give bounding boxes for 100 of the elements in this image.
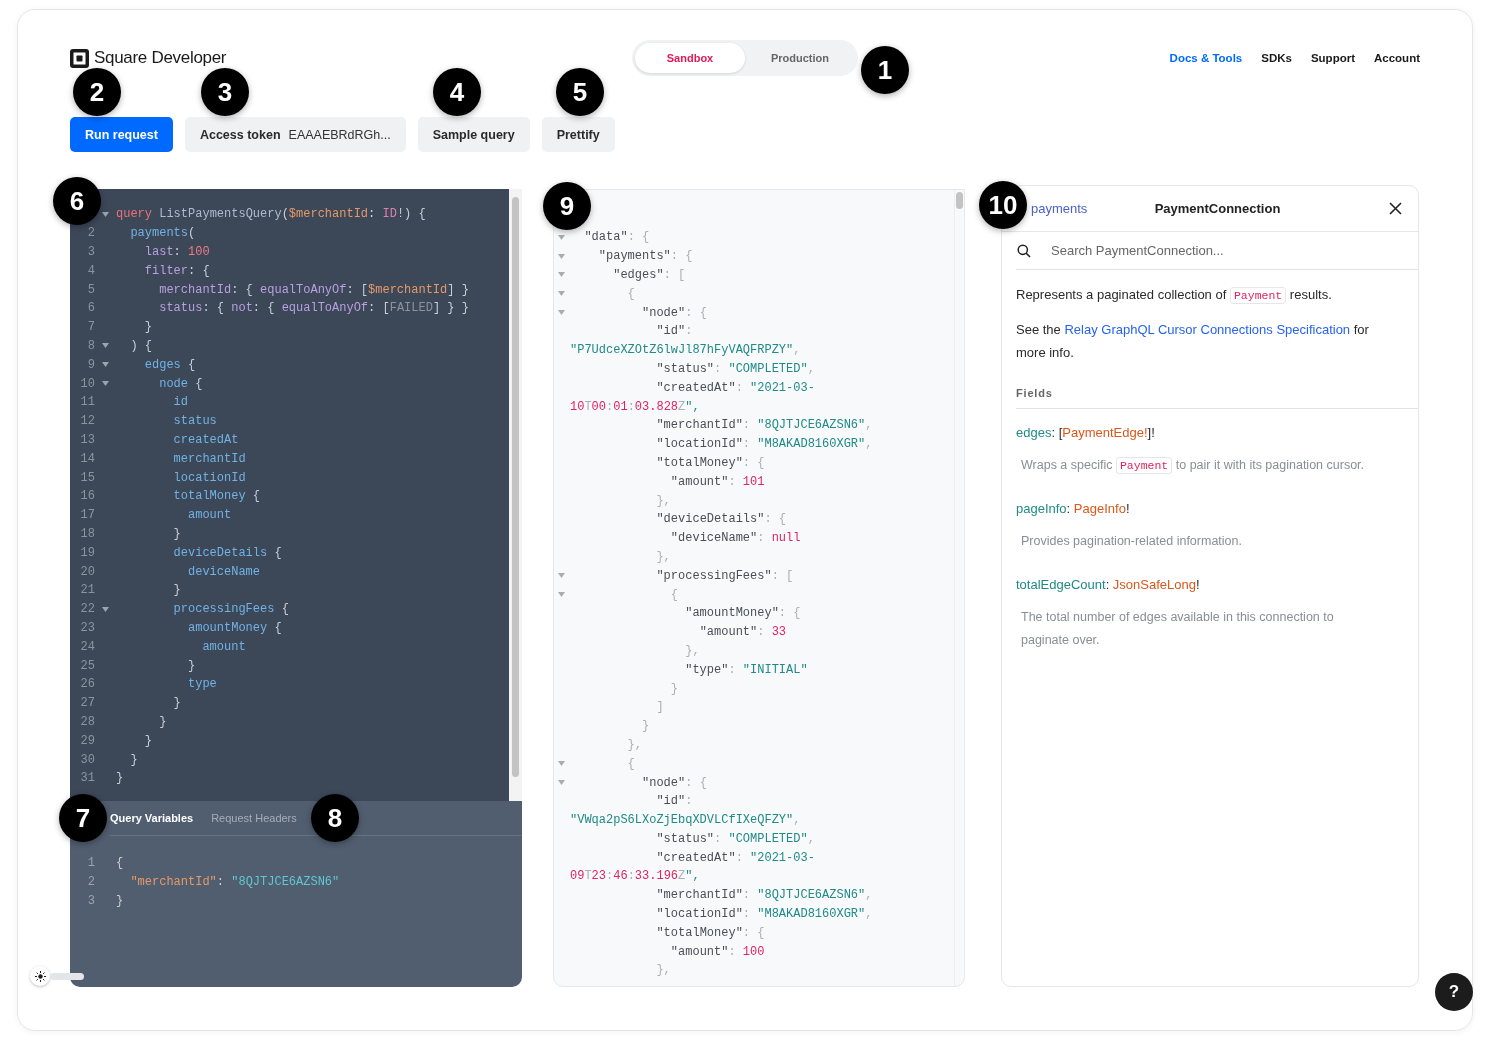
line-number: 12 bbox=[79, 414, 95, 429]
code-line: "payments": { bbox=[597, 249, 693, 264]
field-signature[interactable]: totalEdgeCount: JsonSafeLong! bbox=[1016, 577, 1418, 592]
code-line: "edges": [ bbox=[612, 268, 686, 282]
run-request-button[interactable]: Run request bbox=[70, 117, 173, 152]
nav-link[interactable]: Support bbox=[1310, 52, 1355, 64]
code-line: "VWqa2pS6LXoZjEbqXDVLCfIXeQFZY", bbox=[570, 813, 801, 828]
code-line: amountMoney { bbox=[187, 620, 282, 635]
docs-title: PaymentConnection bbox=[1154, 201, 1281, 216]
code-line: query ListPaymentsQuery($merchantId: ID!) { bbox=[116, 207, 426, 222]
code-line: "createdAt": "2021-03- bbox=[655, 380, 815, 395]
fold-arrow-icon[interactable] bbox=[557, 291, 565, 297]
line-number: 10 bbox=[79, 376, 95, 391]
fields-heading: Fields bbox=[1016, 364, 1418, 409]
code-line: filter: { bbox=[143, 263, 210, 278]
code-line: "merchantId": "8QJTJCE6AZSN6", bbox=[655, 418, 873, 433]
field-signature[interactable]: edges: [PaymentEdge!]! bbox=[1016, 425, 1418, 440]
close-button[interactable] bbox=[1387, 200, 1404, 217]
editor-tab[interactable]: Query Variables bbox=[110, 812, 194, 824]
search-field[interactable]: Search PaymentConnection... bbox=[1049, 242, 1418, 259]
code-line: } bbox=[143, 320, 152, 335]
fold-arrow-icon[interactable] bbox=[557, 592, 565, 598]
spec-link[interactable]: Relay GraphQL Cursor Connections Specification bbox=[1064, 322, 1351, 337]
fold-arrow-icon[interactable] bbox=[557, 761, 565, 767]
line-number: 11 bbox=[79, 395, 95, 410]
code-line: totalMoney { bbox=[172, 489, 261, 504]
code-line: type bbox=[187, 677, 217, 692]
logo-icon bbox=[70, 48, 89, 68]
line-number: 3 bbox=[86, 894, 95, 908]
line-number: 6 bbox=[86, 301, 95, 316]
line-number: 9 bbox=[86, 357, 95, 372]
code-line: "locationId": "M8AKAD8160XGR", bbox=[655, 437, 873, 452]
code-line: } bbox=[172, 583, 181, 598]
prettify-button[interactable]: Prettify bbox=[541, 117, 615, 152]
fold-arrow-icon[interactable] bbox=[557, 310, 565, 316]
fold-arrow-icon[interactable] bbox=[102, 606, 109, 612]
code-line: } bbox=[172, 696, 181, 711]
callout-badge: 7 bbox=[59, 794, 107, 842]
code-line: "node": { bbox=[641, 775, 707, 790]
code-line: "amount": 33 bbox=[698, 625, 787, 640]
code-line: deviceName bbox=[187, 564, 261, 579]
nav-link[interactable]: Docs & Tools bbox=[1169, 52, 1243, 64]
code-line: } bbox=[158, 714, 167, 729]
line-number: 8 bbox=[86, 338, 95, 353]
help-button[interactable]: ? bbox=[1435, 973, 1473, 1011]
field-description: Provides pagination-related information. bbox=[1021, 533, 1243, 550]
code-line: last: 100 bbox=[143, 245, 210, 259]
code-line: }, bbox=[655, 493, 671, 508]
code-line: 10T00:01:03.828Z", bbox=[570, 399, 700, 414]
code-line: "amount": 100 bbox=[669, 944, 765, 959]
code-line: ] bbox=[655, 700, 664, 715]
code-line: "locationId": "M8AKAD8160XGR", bbox=[655, 907, 873, 922]
fold-arrow-icon[interactable] bbox=[557, 253, 565, 259]
code-line: node { bbox=[158, 376, 203, 391]
code-line: "merchantId": "8QJTJCE6AZSN6" bbox=[129, 875, 340, 890]
line-number: 26 bbox=[79, 677, 95, 692]
fold-arrow-icon[interactable] bbox=[557, 573, 565, 579]
line-number: 27 bbox=[79, 696, 95, 711]
line-number: 17 bbox=[79, 508, 95, 523]
scrollbar[interactable] bbox=[954, 190, 964, 986]
nav-link[interactable]: SDKs bbox=[1261, 52, 1292, 64]
line-number: 22 bbox=[79, 602, 95, 617]
code-line: deviceDetails { bbox=[172, 545, 282, 560]
callout-badge: 2 bbox=[73, 68, 121, 116]
code-line: processingFees { bbox=[172, 602, 289, 617]
environment-tab[interactable]: Production bbox=[745, 43, 855, 73]
search-icon bbox=[1017, 243, 1031, 258]
line-number: 14 bbox=[79, 451, 95, 466]
code-line: status bbox=[172, 414, 217, 429]
environment-tab[interactable]: Sandbox bbox=[635, 43, 745, 73]
fold-arrow-icon[interactable] bbox=[102, 381, 109, 387]
code-line: "merchantId": "8QJTJCE6AZSN6", bbox=[655, 888, 873, 903]
code-line: payments( bbox=[129, 226, 196, 241]
callout-badge: 3 bbox=[201, 68, 249, 116]
sample-query-button[interactable]: Sample query bbox=[417, 117, 530, 152]
fold-arrow-icon[interactable] bbox=[102, 362, 109, 368]
fold-arrow-icon[interactable] bbox=[557, 234, 565, 240]
logo-text: Square Developer bbox=[94, 48, 227, 68]
line-number: 25 bbox=[79, 658, 95, 673]
code-line: "createdAt": "2021-03- bbox=[655, 850, 815, 865]
code-line: status: { not: { equalToAnyOf: [FAILED] } } bbox=[158, 301, 469, 316]
field-signature[interactable]: pageInfo: PageInfo! bbox=[1016, 501, 1418, 516]
code-line: "status": "COMPLETED", bbox=[655, 361, 815, 376]
code-line: ) { bbox=[129, 338, 152, 353]
fold-arrow-icon[interactable] bbox=[557, 780, 565, 785]
fold-arrow-icon[interactable] bbox=[557, 272, 565, 278]
line-number: 13 bbox=[79, 432, 95, 447]
access-token-button[interactable]: Access token EAAAEBRdRGh... bbox=[184, 117, 406, 152]
nav-link[interactable]: Account bbox=[1374, 52, 1420, 64]
back-link[interactable]: payments bbox=[1031, 201, 1088, 216]
query-editor[interactable] bbox=[70, 189, 522, 801]
code-line: createdAt bbox=[172, 432, 239, 447]
code-line: "node": { bbox=[641, 305, 707, 320]
code-line: }, bbox=[684, 643, 700, 658]
fold-arrow-icon[interactable] bbox=[102, 211, 109, 217]
scrollbar[interactable] bbox=[509, 189, 522, 801]
code-line: }, bbox=[655, 963, 671, 978]
fold-arrow-icon[interactable] bbox=[102, 343, 109, 349]
line-number: 21 bbox=[79, 583, 95, 598]
code-line: edges { bbox=[143, 357, 196, 372]
